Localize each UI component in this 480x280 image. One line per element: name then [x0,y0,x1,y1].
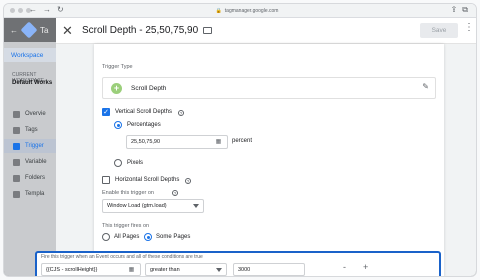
condition-operator: greater than [150,266,180,273]
gtm-title: Ta [40,25,49,35]
close-dot[interactable] [10,8,15,13]
variable-picker-icon[interactable]: ▦ [213,138,224,147]
close-icon[interactable]: ✕ [62,23,73,39]
trigger-name[interactable]: Scroll Depth - 25,50,75,90 [82,25,198,36]
lock-icon: 🔒 [215,8,222,14]
sidebar-item-label: Tags [25,127,38,133]
sidebar-item-templates[interactable]: Templa [4,187,59,201]
chevron-down-icon [193,204,199,208]
condition-label: Fire this trigger when an Event occurs a… [41,254,203,260]
edit-pencil-icon[interactable]: ✎ [422,82,429,91]
enable-trigger-label: Enable this trigger on [102,190,154,196]
help-icon[interactable]: ? [172,190,178,196]
percentages-radio[interactable] [114,121,122,129]
vertical-scroll-checkbox[interactable]: ✓ [102,108,110,116]
sidebar-item-label: Folders [25,175,46,181]
template-icon [13,190,20,198]
tag-icon [13,126,20,134]
back-arrow-icon[interactable]: ← [29,5,37,14]
tabs-icon[interactable]: ⧉ [462,5,468,15]
remove-condition-button[interactable]: - [343,262,346,272]
sidebar-item-triggers[interactable]: Trigger [4,139,59,153]
minimize-dot[interactable] [18,8,23,13]
condition-operator-select[interactable]: greater than [145,263,227,276]
gtm-sidebar: ← Ta Workspace CURRENT WORKSPACE Default… [4,18,59,276]
sidebar-item-label: Trigger [25,143,44,149]
condition-value: 3000 [238,266,251,273]
sidebar-item-tags[interactable]: Tags [4,123,59,137]
window-controls [10,8,31,13]
percent-unit: percent [232,138,253,144]
fires-on-label: This trigger fires on [102,223,150,229]
pixels-label: Pixels [127,160,144,166]
sidebar-item-label: Overvie [25,111,46,117]
sidebar-item-overview[interactable]: Overvie [4,107,59,121]
sidebar-item-label: Variable [25,159,47,165]
all-pages-label: All Pages [114,234,140,240]
condition-value-input[interactable]: 3000 [233,263,305,276]
trigger-editor-panel: ✕ Scroll Depth - 25,50,75,90 Save ⋮ Trig… [56,18,476,276]
variable-picker-icon[interactable]: ▦ [126,266,137,275]
condition-variable-input[interactable]: {{CJS - scrollHeight}} ▦ [41,263,141,276]
more-options-icon[interactable]: ⋮ [464,22,474,33]
gtm-logo-icon [20,21,38,39]
current-workspace-value[interactable]: Default Works [12,80,52,86]
share-icon[interactable]: ⇪ [451,5,458,15]
some-pages-radio[interactable] [144,233,152,241]
enable-trigger-value: Window Load (gtm.load) [107,203,167,209]
help-icon[interactable]: ? [185,178,191,184]
vertical-scroll-label: Vertical Scroll Depths [115,109,173,115]
back-icon[interactable]: ← [10,26,18,35]
sidebar-item-variables[interactable]: Variable [4,155,59,169]
app-area: ← Ta Workspace CURRENT WORKSPACE Default… [4,18,476,276]
condition-variable: {{CJS - scrollHeight}} [46,266,98,273]
chevron-down-icon [216,268,222,272]
help-icon[interactable]: ? [178,110,184,116]
add-condition-button[interactable]: + [363,262,368,272]
folder-icon[interactable] [203,27,213,34]
scroll-depth-icon: + [111,83,122,94]
panel-header: ✕ Scroll Depth - 25,50,75,90 Save ⋮ [56,18,476,44]
sidebar-item-folders[interactable]: Folders [4,171,59,185]
horizontal-scroll-checkbox[interactable] [102,176,110,184]
some-pages-label: Some Pages [156,234,191,240]
enable-trigger-select[interactable]: Window Load (gtm.load) [102,199,204,213]
percentages-input[interactable]: 25,50,75,90 ▦ [126,135,228,149]
browser-toolbar: ← → ↻ 🔒 tagmanager.google.com ⇪ ⧉ [4,4,476,18]
trigger-configuration-card: Trigger Type + Scroll Depth ✎ ✓ Vertical… [94,44,444,276]
reload-icon[interactable]: ↻ [57,5,64,14]
horizontal-scroll-label: Horizontal Scroll Depths [115,177,180,183]
overview-icon [13,110,20,118]
variable-icon [13,158,20,166]
url-text: tagmanager.google.com [224,8,279,14]
forward-arrow-icon[interactable]: → [43,5,51,14]
tab-workspace[interactable]: Workspace [4,48,59,62]
percentages-label: Percentages [127,122,161,128]
trigger-icon [13,142,20,150]
address-bar[interactable]: 🔒 tagmanager.google.com [197,6,297,16]
trigger-type-name: Scroll Depth [131,85,167,92]
folder-icon [13,174,20,182]
trigger-type-label: Trigger Type [102,64,133,70]
save-button[interactable]: Save [420,23,458,38]
pixels-radio[interactable] [114,159,122,167]
percentages-value: 25,50,75,90 [131,139,161,145]
browser-window: ← → ↻ 🔒 tagmanager.google.com ⇪ ⧉ ← Ta W… [3,3,477,277]
condition-row-highlight: Fire this trigger when an Event occurs a… [35,251,441,276]
gtm-header: ← Ta [4,18,59,42]
trigger-type-selector[interactable]: + Scroll Depth ✎ [102,77,436,99]
all-pages-radio[interactable] [102,233,110,241]
sidebar-item-label: Templa [25,191,45,197]
